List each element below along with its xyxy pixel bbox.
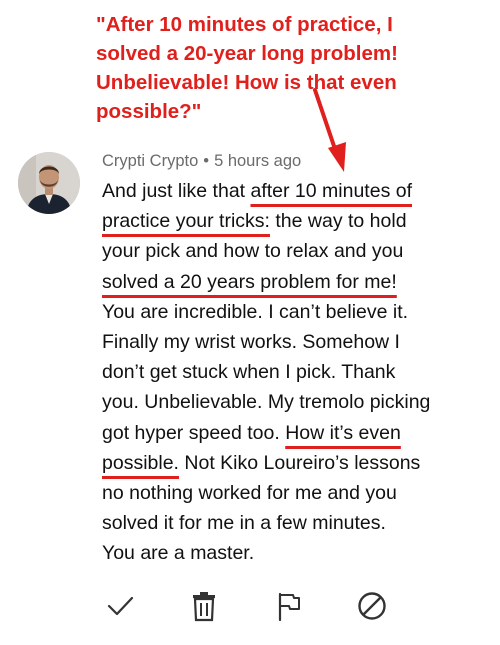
comment-text: you. Unbelievable. My tremolo picking — [102, 391, 431, 414]
comment-meta: Crypti Crypto • 5 hours ago — [102, 152, 301, 171]
comment-time: 5 hours ago — [214, 152, 302, 170]
comment-text: no nothing worked for me and you — [102, 481, 397, 504]
annotation-line: "After 10 minutes of practice, I — [96, 13, 393, 36]
comment-text: You are a master. — [102, 542, 255, 565]
report-button[interactable] — [270, 588, 306, 624]
comment-line: solved it for me in a few minutes. — [102, 508, 492, 538]
highlighted-text: practice your tricks: — [102, 210, 270, 233]
comment-line: Finally my wrist works. Somehow I — [102, 327, 492, 357]
comment-text: solved it for me in a few minutes. — [102, 512, 386, 535]
checkmark-icon — [107, 596, 134, 616]
approve-button[interactable] — [102, 588, 138, 624]
comment-line: You are a master. — [102, 538, 492, 568]
avatar[interactable] — [18, 152, 80, 214]
highlighted-text: possible. — [102, 451, 179, 474]
comment-line: no nothing worked for me and you — [102, 478, 492, 508]
avatar-photo — [18, 152, 80, 214]
comment-line: And just like that after 10 minutes of — [102, 176, 492, 206]
author-name[interactable]: Crypti Crypto — [102, 152, 198, 170]
comment-text: Finally my wrist works. Somehow I — [102, 330, 400, 353]
comment-line: You are incredible. I can’t believe it. — [102, 297, 492, 327]
comment-line: you. Unbelievable. My tremolo picking — [102, 387, 492, 417]
comment-text: don’t get stuck when I pick. Thank — [102, 361, 396, 384]
meta-separator: • — [203, 152, 210, 170]
annotation-line: Unbelievable! How is that even — [96, 71, 397, 94]
comment-text: Not Kiko Loureiro’s lessons — [178, 451, 421, 474]
delete-button[interactable] — [186, 588, 222, 624]
comment-text: And just like that — [102, 180, 251, 202]
flag-icon — [278, 592, 300, 622]
highlighted-text: after 10 minutes of — [250, 180, 413, 202]
comment-actions — [0, 588, 500, 632]
comment-line: practice your tricks: the way to hold — [102, 206, 492, 236]
comment-line: your pick and how to relax and you — [102, 236, 492, 266]
annotation-line: solved a 20-year long problem! — [96, 42, 398, 65]
comment-line: got hyper speed too. How it’s even — [102, 418, 492, 448]
block-icon — [358, 592, 386, 620]
block-button[interactable] — [354, 588, 390, 624]
highlighted-text: How it’s even — [285, 421, 401, 444]
comment-line: solved a 20 years problem for me! — [102, 267, 492, 297]
comment-text: the way to hold — [269, 210, 407, 233]
trash-icon — [193, 592, 215, 622]
comment-text: got hyper speed too. — [102, 421, 286, 444]
comment-line: don’t get stuck when I pick. Thank — [102, 357, 492, 387]
highlighted-text: solved a 20 years problem for me! — [102, 270, 397, 293]
annotation-headline: "After 10 minutes of practice, I solved … — [96, 10, 476, 126]
comment-line: possible. Not Kiko Loureiro’s lessons — [102, 448, 492, 478]
comment-text: your pick and how to relax and you — [102, 240, 404, 263]
annotation-line: possible?" — [96, 100, 202, 123]
comment-text: You are incredible. I can’t believe it. — [102, 300, 409, 323]
comment-body: And just like that after 10 minutes of p… — [102, 176, 492, 568]
